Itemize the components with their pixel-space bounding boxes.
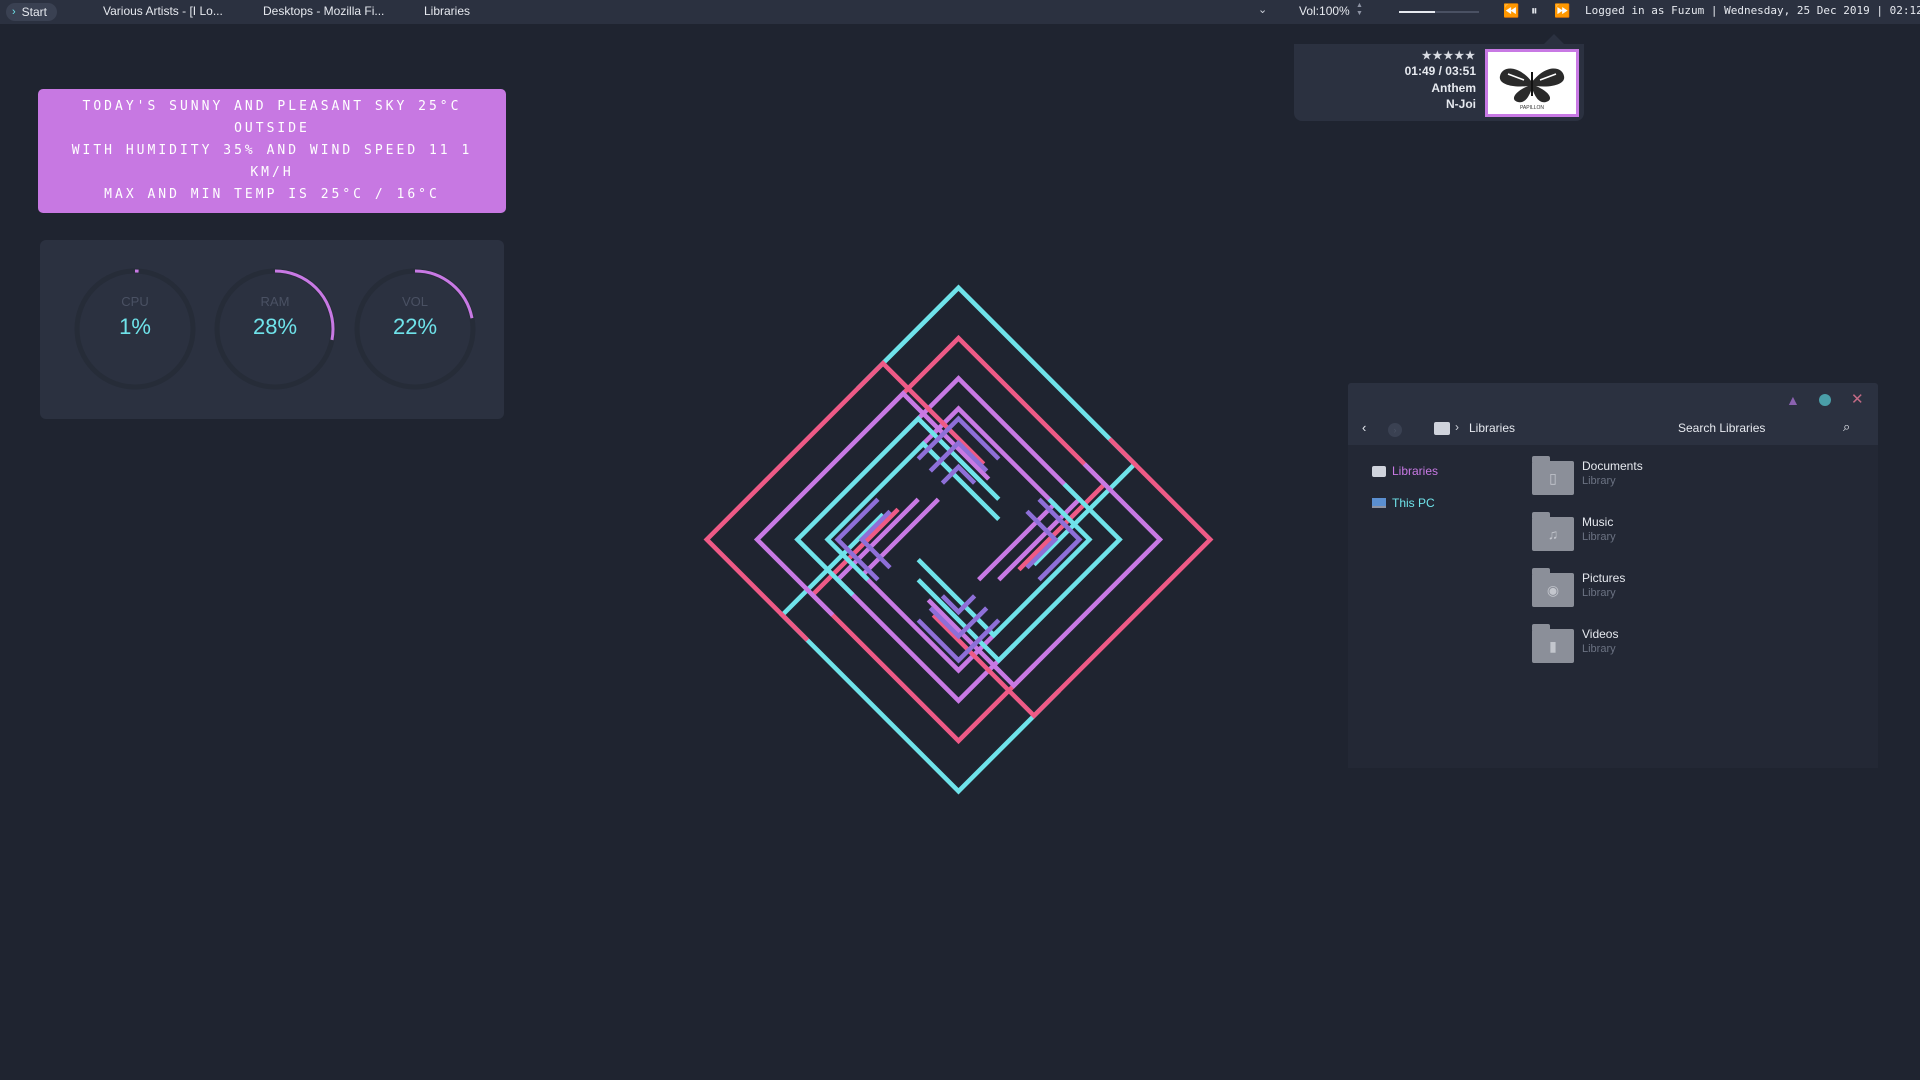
weather-line: with humidity 35% and wind speed 11 1 km… <box>71 143 473 180</box>
weather-text: Today's sunny and pleasant sky 25°C outs… <box>47 96 497 206</box>
cpu-label: CPU <box>121 294 149 309</box>
weather-line: Today's sunny and pleasant sky 25°C outs… <box>82 99 462 136</box>
library-name: Videos <box>1582 627 1619 641</box>
weather-line: max and min temp is 25°C / 16°C <box>104 187 440 202</box>
task-firefox[interactable]: Desktops - Mozilla Fi... <box>263 4 384 18</box>
vol-label: VOL <box>401 294 428 309</box>
now-playing-pointer <box>1544 34 1564 44</box>
library-name: Music <box>1582 515 1614 529</box>
knot-inner-chevrons <box>834 415 1083 664</box>
camera-icon: ◉ <box>1532 568 1574 607</box>
start-button[interactable]: › Start <box>6 3 58 21</box>
volume-slider-fill <box>1399 11 1435 13</box>
now-playing-info: ★★★★★ 01:49 / 03:51 Anthem N-Joi <box>1380 50 1476 113</box>
back-icon[interactable]: ‹ <box>1362 420 1366 435</box>
search-icon[interactable]: ⌕ <box>1843 419 1850 435</box>
library-name: Pictures <box>1582 571 1626 585</box>
rating-stars[interactable]: ★★★★★ <box>1380 50 1476 63</box>
album-art: PAPILLON <box>1485 49 1579 117</box>
library-type: Library <box>1582 587 1616 599</box>
search-input[interactable]: Search Libraries <box>1678 421 1765 435</box>
previous-track-icon[interactable]: ⏪ <box>1503 3 1519 19</box>
vol-value: 22% <box>392 314 438 339</box>
task-libraries[interactable]: Libraries <box>424 4 470 18</box>
taskbar: › Start Various Artists - [I Lo... Deskt… <box>0 0 1920 24</box>
ram-label: RAM <box>260 294 290 309</box>
task-music-player[interactable]: Various Artists - [I Lo... <box>103 4 223 18</box>
forward-icon[interactable]: › <box>1388 423 1402 437</box>
document-icon: ▯ <box>1532 456 1574 495</box>
album-caption: PAPILLON <box>1519 105 1545 111</box>
sidebar-item-this-pc[interactable]: This PC <box>1372 496 1435 510</box>
weather-card: Today's sunny and pleasant sky 25°C outs… <box>38 89 506 213</box>
track-artist: N-Joi <box>1446 97 1476 111</box>
close-icon[interactable]: ✕ <box>1851 390 1864 408</box>
ram-gauge: RAM 28% <box>210 264 340 394</box>
library-videos[interactable]: ▮ Videos Library <box>1532 624 1619 669</box>
session-status: Logged in as Fuzum | Wednesday, 25 Dec 2… <box>1585 4 1920 17</box>
minimize-icon[interactable]: ▲ <box>1786 392 1800 408</box>
file-explorer-window: ▲ ✕ ‹ › › Libraries Search Libraries ⌕ L… <box>1348 383 1878 768</box>
volume-stepper-icon[interactable]: ▲ ▼ <box>1356 2 1363 18</box>
pause-icon[interactable]: ⏸ <box>1531 3 1538 19</box>
next-track-icon[interactable]: ⏩ <box>1554 3 1570 19</box>
music-icon: ♫ <box>1532 512 1574 551</box>
library-icon <box>1372 465 1386 477</box>
library-type: Library <box>1582 475 1616 487</box>
folder-icon <box>1434 422 1450 435</box>
start-label: Start <box>21 5 48 19</box>
volume-label: Vol:100% <box>1299 4 1350 18</box>
tray-expand-icon[interactable]: ⌄ <box>1258 3 1267 16</box>
endless-knot-wallpaper <box>703 284 1214 795</box>
sidebar-item-label: This PC <box>1392 496 1435 510</box>
library-name: Documents <box>1582 459 1643 473</box>
library-type: Library <box>1582 643 1616 655</box>
maximize-icon[interactable] <box>1819 394 1831 406</box>
explorer-content: Libraries This PC ▯ Documents Library ♫ … <box>1348 445 1878 768</box>
track-time: 01:49 / 03:51 <box>1404 64 1476 78</box>
cpu-value: 1% <box>119 314 151 339</box>
chevron-right-icon: › <box>1455 420 1459 434</box>
cpu-gauge: CPU 1% <box>70 264 200 394</box>
chevron-right-icon: › <box>12 6 16 18</box>
ram-value: 28% <box>252 314 298 339</box>
computer-icon <box>1372 498 1386 508</box>
volume-slider[interactable] <box>1399 11 1479 13</box>
sidebar-item-libraries[interactable]: Libraries <box>1372 464 1438 478</box>
library-music[interactable]: ♫ Music Library <box>1532 512 1616 557</box>
sidebar-item-label: Libraries <box>1392 464 1439 478</box>
vol-gauge: VOL 22% <box>350 264 480 394</box>
film-icon: ▮ <box>1532 624 1574 663</box>
library-type: Library <box>1582 531 1616 543</box>
library-pictures[interactable]: ◉ Pictures Library <box>1532 568 1626 613</box>
breadcrumb[interactable]: Libraries <box>1469 421 1515 435</box>
track-title: Anthem <box>1431 80 1476 95</box>
library-documents[interactable]: ▯ Documents Library <box>1532 456 1643 501</box>
